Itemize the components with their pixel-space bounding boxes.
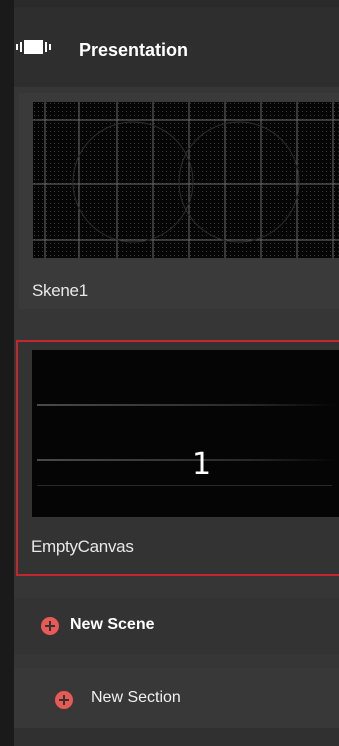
- left-strip: [0, 0, 14, 746]
- scene-label: Skene1: [32, 281, 88, 300]
- scene-panel: Presentation Skene1 1 EmptyCanvas New Sc…: [0, 0, 339, 746]
- scene-card-emptycanvas[interactable]: 1 EmptyCanvas: [16, 340, 339, 576]
- scene-number: 1: [192, 447, 212, 482]
- grid-pattern-thumbnail: [33, 102, 339, 258]
- presentation-header[interactable]: Presentation: [14, 7, 339, 87]
- add-icon: [41, 617, 59, 635]
- new-section-button[interactable]: New Section: [14, 668, 339, 728]
- top-bar: [14, 0, 339, 7]
- new-scene-label: New Scene: [70, 616, 155, 633]
- scene-card-skene1[interactable]: Skene1: [19, 93, 339, 309]
- scene-label: EmptyCanvas: [31, 537, 134, 556]
- scene-thumbnail[interactable]: [33, 102, 339, 258]
- scene-thumbnail[interactable]: 1: [32, 350, 339, 517]
- add-icon: [55, 691, 73, 709]
- presentation-icon: [16, 40, 51, 54]
- empty-canvas-thumbnail: [37, 404, 337, 486]
- panel-footer: [14, 728, 339, 746]
- new-section-label: New Section: [91, 689, 181, 706]
- new-scene-button[interactable]: New Scene: [14, 598, 339, 654]
- page-title: Presentation: [79, 40, 189, 60]
